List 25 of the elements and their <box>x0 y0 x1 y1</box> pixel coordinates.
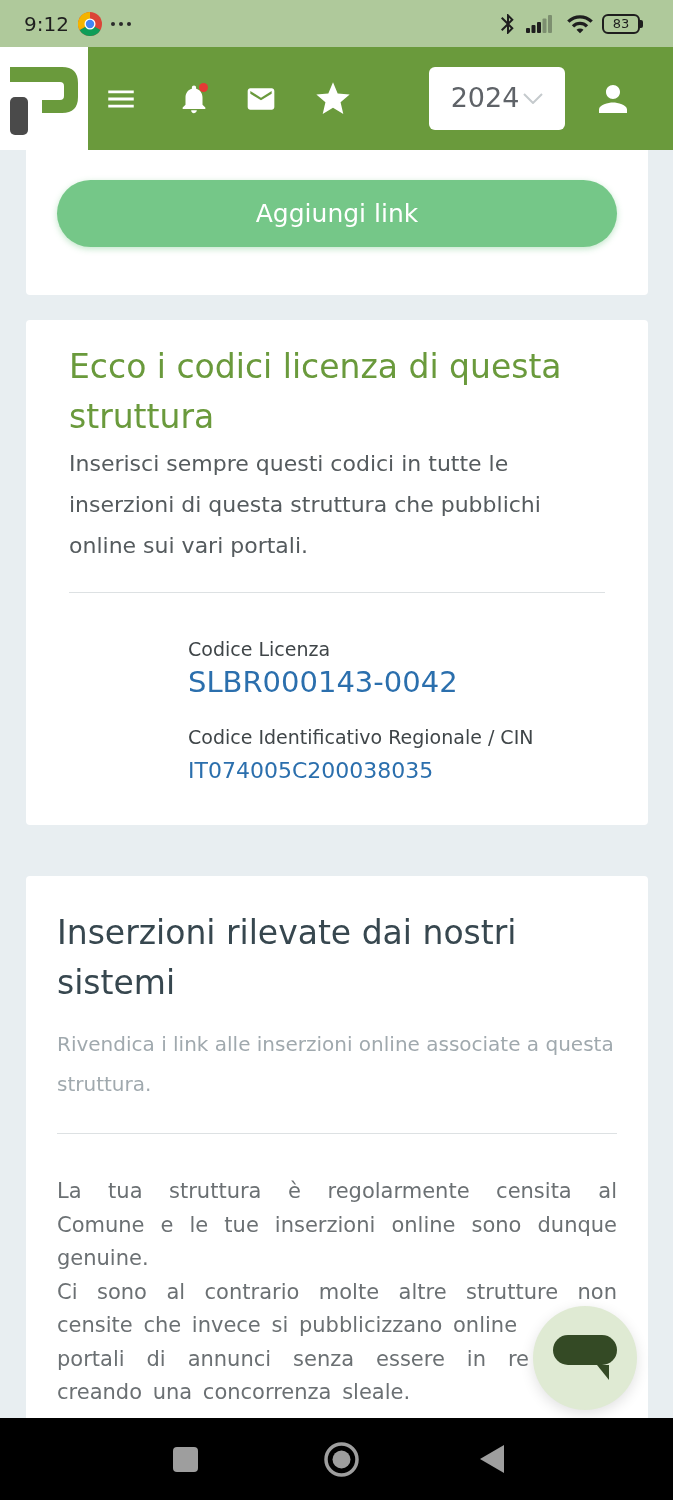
paragraph-line: Ci sono al contrario molte altre strutture non <box>57 1278 617 1306</box>
year-select[interactable]: 2024 <box>429 67 565 130</box>
status-time: 9:12 <box>24 10 69 38</box>
listings-card-subtitle: Rivendica i link alle inserzioni online associate a questa struttura. <box>57 1031 615 1098</box>
logo[interactable] <box>0 47 88 150</box>
code-label: Codice Identificativo Regionale / CIN <box>188 725 535 750</box>
paragraph-line: creando una concorrenza sleale. <box>57 1379 411 1406</box>
code-value: IT074005C200038035 <box>188 757 435 785</box>
more-icon <box>110 21 131 26</box>
square-icon[interactable] <box>173 1446 198 1472</box>
battery-indicator: 83 <box>602 13 643 34</box>
chat-bubble-icon <box>553 1335 617 1381</box>
code-label: Codice Licenza <box>188 637 332 662</box>
code-value: SLBR000143-0042 <box>188 664 459 701</box>
paragraph-line: censite che invece si pubblicizzano online <box>57 1312 518 1339</box>
listings-card-title: Inserzioni rilevate dai nostri sistemi <box>57 912 518 1004</box>
back-triangle-icon[interactable] <box>480 1445 504 1473</box>
signal-icon <box>526 14 552 33</box>
license-card-title: Ecco i codici licenza di questa struttura <box>69 346 563 438</box>
browser-icon <box>77 11 102 36</box>
chevron-down-icon <box>523 93 544 104</box>
home-circle-icon[interactable] <box>324 1441 359 1477</box>
listings-paragraph: La tua struttura è regolarmente censita al Comune e le tue inserzioni online sono dunque genuine. <box>57 1178 617 1272</box>
license-card-description: Inserisci sempre questi codici in tutte le inserzioni di questa struttura che pubblichi online sui vari portali. <box>69 450 542 560</box>
paragraph-line: portali di annunci senza essere in re <box>57 1345 529 1373</box>
